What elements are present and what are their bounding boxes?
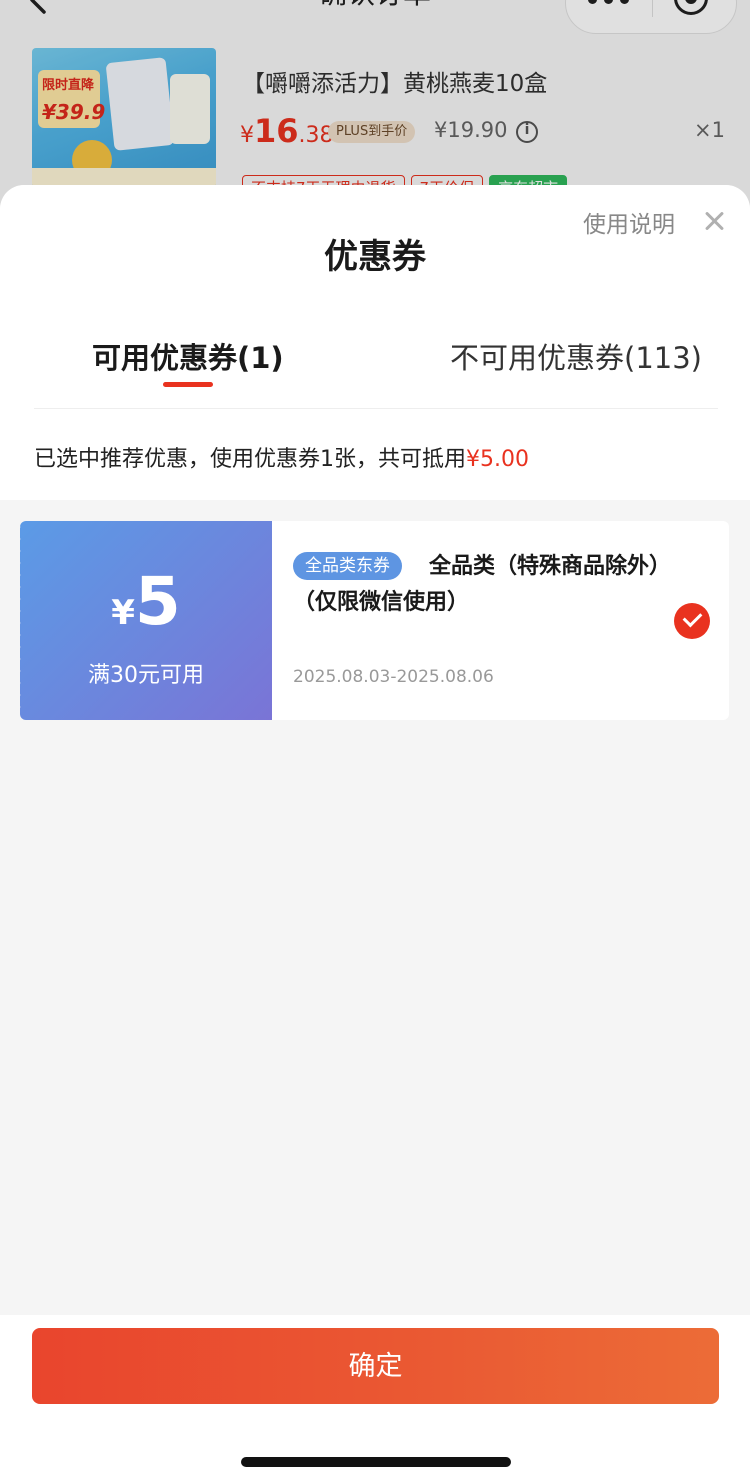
selection-summary: 已选中推荐优惠，使用优惠券1张，共可抵用¥5.00 — [34, 447, 529, 472]
coupon-card[interactable]: ¥5 满30元可用 全品类（特殊商品除外）（仅限微信使用） 全品类东券 2025… — [20, 521, 729, 720]
summary-amount: ¥5.00 — [466, 447, 529, 472]
tab-divider — [34, 408, 718, 409]
home-indicator — [241, 1457, 511, 1467]
coupon-amount: ¥5 — [111, 563, 181, 640]
coupon-validity: 2025.08.03-2025.08.06 — [293, 667, 494, 687]
selected-check-icon[interactable] — [674, 603, 710, 639]
coupon-sheet: 使用说明 优惠券 可用优惠券(1) 不可用优惠券(113) 已选中推荐优惠，使用… — [0, 185, 750, 1484]
active-tab-indicator — [163, 382, 213, 387]
confirm-button[interactable]: 确定 — [32, 1328, 719, 1404]
coupon-condition: 满30元可用 — [88, 663, 204, 688]
sheet-header: 使用说明 优惠券 可用优惠券(1) 不可用优惠券(113) 已选中推荐优惠，使用… — [0, 185, 750, 500]
coupon-type-badge: 全品类东券 — [293, 552, 402, 580]
tab-available-coupons[interactable]: 可用优惠券(1) — [92, 335, 284, 377]
sheet-title: 优惠券 — [324, 237, 426, 277]
tab-unavailable-coupons[interactable]: 不可用优惠券(113) — [450, 335, 702, 377]
coupon-value-panel: ¥5 满30元可用 — [20, 521, 272, 720]
